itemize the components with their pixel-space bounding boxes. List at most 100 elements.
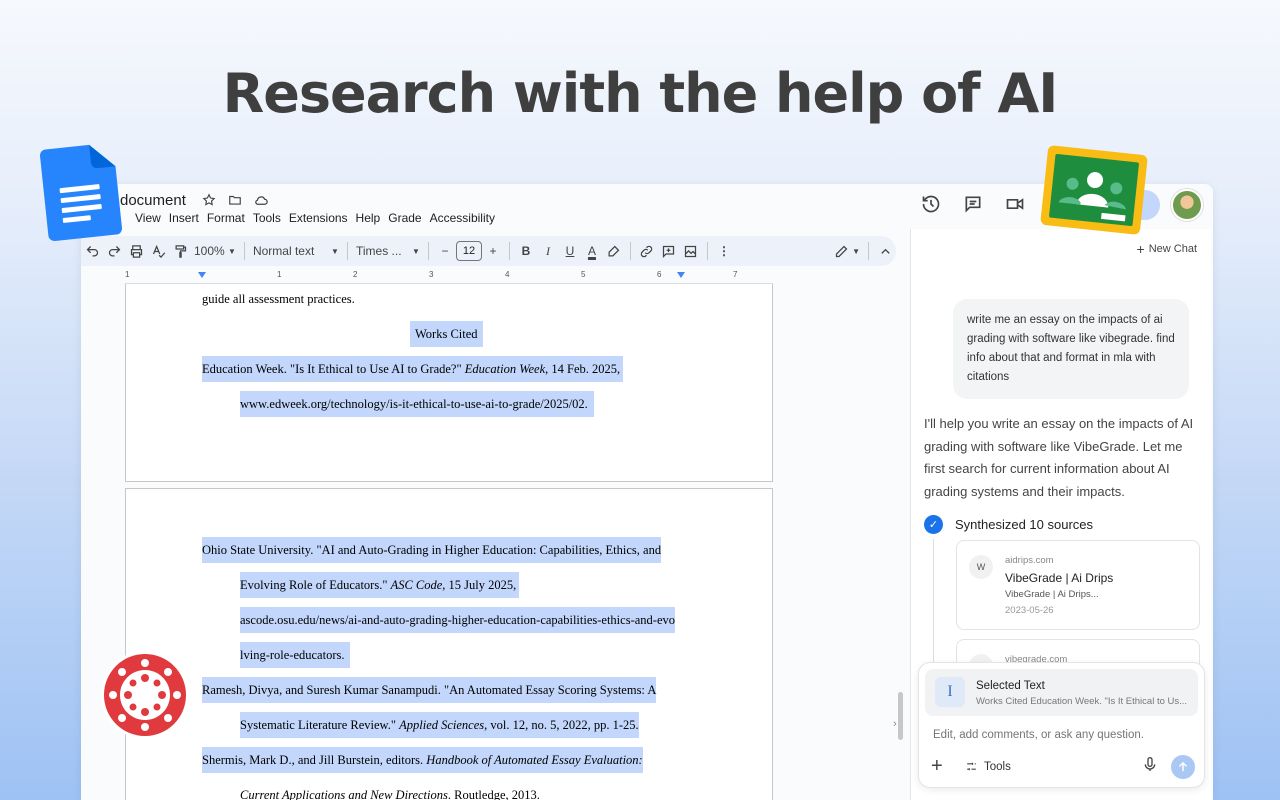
attachment-preview: Works Cited Education Week. "Is It Ethic… xyxy=(976,696,1188,707)
toolbar-divider xyxy=(508,242,510,260)
zoom-select[interactable]: 100% ▼ xyxy=(191,239,239,263)
source-card[interactable]: W aidrips.com VibeGrade | Ai Drips VibeG… xyxy=(956,540,1200,630)
underline-icon[interactable]: U xyxy=(559,239,581,263)
toolbar-divider xyxy=(243,242,245,260)
cloud-saved-icon[interactable] xyxy=(253,192,269,208)
header-actions xyxy=(921,194,1025,214)
send-button[interactable] xyxy=(1171,755,1195,779)
formatting-toolbar: 100% ▼ Normal text ▼ Times ... ▼ − 12 + B … xyxy=(81,236,896,266)
toolbar-divider xyxy=(427,242,429,260)
docs-editor: document View Insert Format Tools Extens… xyxy=(81,184,909,800)
zoom-value: 100% xyxy=(194,244,225,258)
right-indent-marker[interactable] xyxy=(677,272,685,278)
source-description: VibeGrade | Ai Drips... xyxy=(1005,589,1099,600)
text-color-icon[interactable]: A xyxy=(581,239,603,263)
ruler-number: 2 xyxy=(353,270,358,279)
menu-tools[interactable]: Tools xyxy=(249,211,285,225)
edit-mode-icon[interactable]: ▼ xyxy=(831,239,863,263)
italic-icon[interactable]: I xyxy=(537,239,559,263)
body-text: guide all assessment practices. xyxy=(202,292,355,306)
panel-resize-handle[interactable] xyxy=(898,692,903,740)
citation-line: lving-role-educators. xyxy=(240,642,351,668)
new-chat-button[interactable]: + New Chat xyxy=(1137,241,1197,257)
menu-view[interactable]: View xyxy=(131,211,165,225)
source-date: 2023-05-26 xyxy=(1005,605,1054,616)
ruler-number: 1 xyxy=(125,270,130,279)
citation-line: Ohio State University. "AI and Auto-Grad… xyxy=(202,537,662,563)
chat-composer: I Selected Text Works Cited Education We… xyxy=(918,662,1205,788)
citation-line: www.edweek.org/technology/is-it-ethical-… xyxy=(240,391,594,417)
google-docs-logo xyxy=(40,144,122,241)
canvas-logo xyxy=(101,651,189,739)
assistant-message: I'll help you write an essay on the impa… xyxy=(924,416,1194,499)
menu-insert[interactable]: Insert xyxy=(165,211,203,225)
chevron-down-icon: ▼ xyxy=(412,246,420,256)
style-select[interactable]: Normal text ▼ xyxy=(250,239,342,263)
citation-line: Education Week. "Is It Ethical to Use AI… xyxy=(202,356,624,382)
menu-extensions[interactable]: Extensions xyxy=(285,211,352,225)
highlight-icon[interactable] xyxy=(603,239,625,263)
font-value: Times ... xyxy=(355,244,402,258)
print-icon[interactable] xyxy=(125,239,147,263)
sources-summary[interactable]: ✓ Synthesized 10 sources xyxy=(924,515,1093,534)
ruler-number: 4 xyxy=(505,270,510,279)
chevron-right-icon[interactable]: › xyxy=(893,718,897,730)
menu-accessibility[interactable]: Accessibility xyxy=(426,211,499,225)
toolbar-divider xyxy=(629,242,631,260)
menu-help[interactable]: Help xyxy=(352,211,385,225)
ruler-number: 1 xyxy=(277,270,282,279)
text-cursor-icon: I xyxy=(935,677,965,707)
star-icon[interactable] xyxy=(201,192,217,208)
tools-icon xyxy=(967,762,976,771)
ruler[interactable]: 1 1 2 3 4 5 6 7 xyxy=(125,270,773,284)
avatar[interactable] xyxy=(1171,189,1203,221)
selected-text-attachment[interactable]: I Selected Text Works Cited Education We… xyxy=(925,669,1198,716)
ruler-number: 7 xyxy=(733,270,738,279)
more-icon[interactable]: ⋮ xyxy=(713,239,735,263)
style-value: Normal text xyxy=(252,244,315,258)
paint-format-icon[interactable] xyxy=(169,239,191,263)
user-message: write me an essay on the impacts of ai g… xyxy=(953,299,1189,399)
left-indent-marker[interactable] xyxy=(198,272,206,278)
meet-icon[interactable] xyxy=(1005,194,1025,214)
sources-summary-label: Synthesized 10 sources xyxy=(955,517,1094,532)
citation-line: Ramesh, Divya, and Suresh Kumar Sanampud… xyxy=(202,677,657,703)
bold-icon[interactable]: B xyxy=(515,239,537,263)
source-domain: aidrips.com xyxy=(1005,555,1054,566)
works-cited-heading: Works Cited xyxy=(410,321,483,347)
comments-icon[interactable] xyxy=(963,194,983,214)
link-icon[interactable] xyxy=(636,239,658,263)
redo-icon[interactable] xyxy=(103,239,125,263)
document-title[interactable]: document xyxy=(120,192,186,209)
image-icon[interactable] xyxy=(680,239,702,263)
undo-icon[interactable] xyxy=(81,239,103,263)
chevron-down-icon: ▼ xyxy=(228,246,236,256)
increase-font-button[interactable]: + xyxy=(482,239,504,263)
add-attachment-button[interactable]: + xyxy=(931,755,943,778)
title-icons xyxy=(201,192,269,208)
spellcheck-icon[interactable] xyxy=(147,239,169,263)
document-page[interactable]: Ohio State University. "AI and Auto-Grad… xyxy=(125,488,773,800)
menu-grade[interactable]: Grade xyxy=(384,211,425,225)
font-size-input[interactable]: 12 xyxy=(455,241,482,261)
history-icon[interactable] xyxy=(921,194,941,214)
ruler-number: 3 xyxy=(429,270,434,279)
chat-input[interactable] xyxy=(933,729,1193,741)
font-select[interactable]: Times ... ▼ xyxy=(353,239,423,263)
decrease-font-button[interactable]: − xyxy=(434,239,456,263)
menu-bar: View Insert Format Tools Extensions Help… xyxy=(131,211,499,225)
comment-icon[interactable] xyxy=(658,239,680,263)
google-classroom-logo xyxy=(1040,145,1148,235)
menu-format[interactable]: Format xyxy=(203,211,249,225)
ruler-number: 6 xyxy=(657,270,662,279)
collapse-icon[interactable] xyxy=(874,239,896,263)
mic-icon[interactable] xyxy=(1142,757,1158,778)
tools-label: Tools xyxy=(984,760,1011,773)
citation-line: Current Applications and New Directions.… xyxy=(240,788,540,800)
ai-chat-panel: + New Chat write me an essay on the impac… xyxy=(910,229,1211,800)
document-page[interactable]: guide all assessment practices. Works Ci… xyxy=(125,284,773,482)
folder-move-icon[interactable] xyxy=(227,192,243,208)
chevron-down-icon: ▼ xyxy=(331,246,339,256)
citation-line: Systematic Literature Review." Applied S… xyxy=(240,712,639,738)
tools-button[interactable]: Tools xyxy=(965,760,1011,773)
